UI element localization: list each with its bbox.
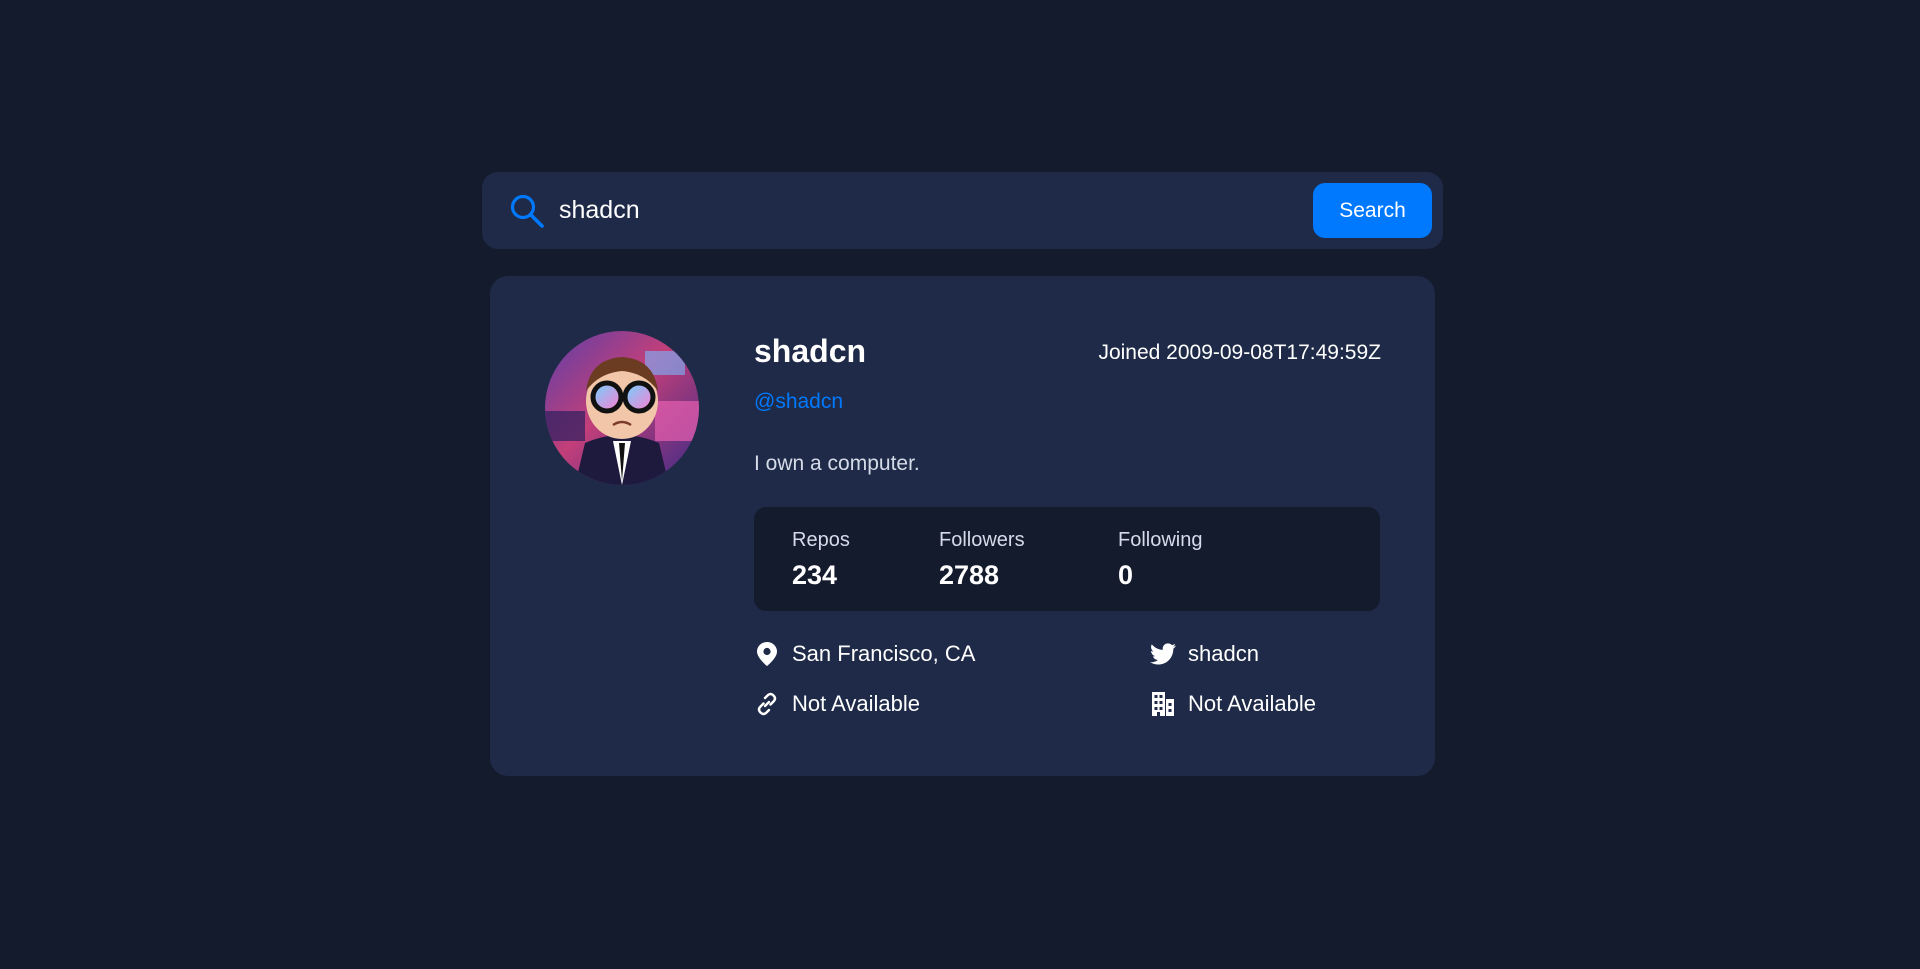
location-text: San Francisco, CA (792, 641, 976, 666)
stat-followers-value: 2788 (939, 560, 1000, 590)
profile-login-link[interactable]: @shadcn (754, 390, 843, 413)
stats-panel: Repos 234 Followers 2788 Following 0 (754, 507, 1380, 611)
search-bar: Search (482, 172, 1443, 249)
avatar (545, 331, 699, 485)
search-icon (509, 193, 545, 229)
stat-following-label: Following (1118, 529, 1203, 551)
profile-name: shadcn (754, 333, 867, 369)
twitter-link[interactable]: shadcn (1188, 643, 1259, 665)
company-text: Not Available (1188, 691, 1317, 716)
stat-followers-label: Followers (939, 529, 1025, 551)
stat-following-value: 0 (1118, 560, 1134, 590)
company-item: Not Available (1150, 690, 1316, 718)
profile-bio: I own a computer. (754, 452, 920, 475)
search-input[interactable] (559, 190, 1269, 230)
stat-followers: Followers 2788 (939, 529, 1025, 591)
page: Search (0, 0, 1920, 969)
search-button[interactable]: Search (1313, 183, 1432, 238)
location-pin-icon (754, 641, 780, 667)
stat-following: Following 0 (1118, 529, 1202, 591)
link-icon (754, 691, 780, 717)
joined-date: Joined 2009-09-08T17:49:59Z (1098, 341, 1381, 364)
twitter-icon (1150, 641, 1176, 667)
profile-card: shadcn Joined 2009-09-08T17:49:59Z @shad… (490, 276, 1435, 776)
stat-repos: Repos 234 (792, 529, 850, 591)
stat-repos-value: 234 (792, 560, 838, 590)
blog-link[interactable]: Not Available (792, 693, 920, 715)
stat-repos-label: Repos (792, 529, 850, 551)
blog-item: Not Available (754, 690, 920, 718)
building-icon (1150, 691, 1176, 717)
location-item: San Francisco, CA (754, 640, 975, 668)
twitter-item: shadcn (1150, 640, 1259, 668)
